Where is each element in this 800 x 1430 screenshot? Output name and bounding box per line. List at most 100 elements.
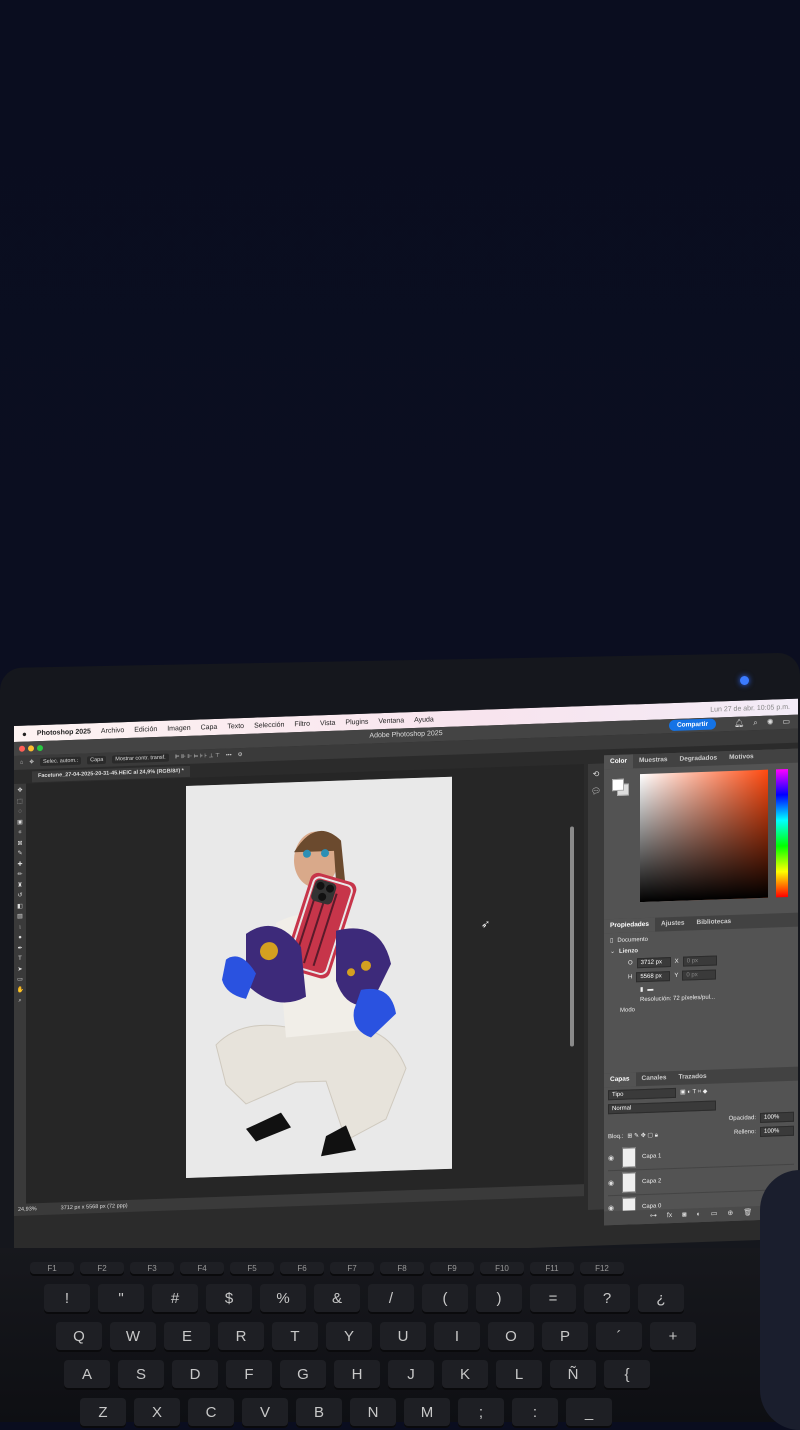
keyboard-key[interactable]: V — [242, 1398, 288, 1428]
gradient-icon[interactable]: ▤ — [17, 914, 24, 921]
blur-icon[interactable]: 💧︎ — [17, 924, 24, 931]
close-window-icon[interactable] — [19, 745, 25, 752]
tab-capas[interactable]: Capas — [604, 1072, 636, 1088]
keyboard-key[interactable]: P — [542, 1322, 588, 1352]
maximize-window-icon[interactable] — [37, 744, 43, 752]
keyboard-key[interactable]: ) — [476, 1284, 522, 1314]
keyboard-key[interactable]: U — [380, 1322, 426, 1352]
keyboard-key[interactable]: + — [650, 1322, 696, 1352]
workspace-icon[interactable]: ▭ — [782, 715, 790, 729]
bell-icon[interactable]: 🔔︎ — [734, 716, 744, 730]
color-picker-field[interactable] — [640, 769, 768, 903]
foreground-color-swatch[interactable] — [612, 778, 624, 792]
comments-panel-icon[interactable]: 💬︎ — [591, 786, 601, 795]
trash-icon[interactable]: 🗑︎ — [743, 1206, 752, 1220]
link-icon[interactable]: ⊶ — [650, 1210, 657, 1224]
fx-icon[interactable]: fx — [667, 1209, 672, 1223]
keyboard-key[interactable]: = — [530, 1284, 576, 1314]
lasso-icon[interactable]: ◌ — [17, 809, 24, 816]
mask-icon[interactable]: ◙ — [682, 1209, 686, 1223]
keyboard-key[interactable]: B — [296, 1398, 342, 1428]
menu-ventana[interactable]: Ventana — [378, 717, 404, 725]
filter-icons[interactable]: ▣ ◐ T ⌗ ◆ — [680, 1088, 707, 1097]
keyboard-key[interactable]: ´ — [596, 1322, 642, 1352]
keyboard-key[interactable]: N — [350, 1398, 396, 1428]
keyboard-key[interactable]: S — [118, 1360, 164, 1390]
eyedropper-icon[interactable]: ✎ — [17, 851, 24, 858]
keyboard-key[interactable]: : — [512, 1398, 558, 1428]
keyboard-key[interactable]: & — [314, 1284, 360, 1314]
settings-icon[interactable]: ⚙ — [238, 752, 243, 758]
keyboard-key[interactable]: F2 — [80, 1262, 124, 1276]
keyboard-key[interactable]: F6 — [280, 1262, 324, 1276]
home-icon[interactable]: ⌂ — [20, 760, 23, 766]
bulb-icon[interactable]: ✺ — [767, 715, 774, 729]
hand-icon[interactable]: ✋ — [17, 987, 24, 994]
tab-ajustes[interactable]: Ajustes — [655, 916, 690, 931]
keyboard-key[interactable]: F9 — [430, 1262, 474, 1276]
keyboard-key[interactable]: F10 — [480, 1262, 524, 1276]
keyboard-key[interactable]: R — [218, 1322, 264, 1352]
chevron-down-icon[interactable]: ⌄ — [610, 948, 615, 955]
menu-archivo[interactable]: Archivo — [101, 727, 124, 735]
tab-canales[interactable]: Canales — [636, 1071, 673, 1086]
keyboard-key[interactable]: F11 — [530, 1262, 574, 1276]
eye-icon[interactable]: ◉ — [608, 1179, 616, 1187]
menu-vista[interactable]: Vista — [320, 719, 335, 727]
x-field[interactable]: 0 px — [682, 955, 717, 967]
photo-canvas[interactable] — [186, 776, 452, 1178]
keyboard-key[interactable]: C — [188, 1398, 234, 1428]
keyboard-key[interactable]: ? — [584, 1284, 630, 1314]
keyboard-key[interactable]: O — [488, 1322, 534, 1352]
zoom-icon[interactable]: ⌕ — [17, 998, 24, 1005]
keyboard-key[interactable]: F7 — [330, 1262, 374, 1276]
keyboard-key[interactable]: " — [98, 1284, 144, 1314]
height-field[interactable]: 5568 px — [636, 971, 671, 983]
menubar-clock[interactable]: Lun 27 de abr. 10:05 p.m. — [710, 703, 790, 713]
keyboard-key[interactable]: # — [152, 1284, 198, 1314]
keyboard-key[interactable]: I — [434, 1322, 480, 1352]
menu-app-name[interactable]: Photoshop 2025 — [37, 728, 91, 737]
keyboard-key[interactable]: % — [260, 1284, 306, 1314]
search-icon[interactable]: ⌕ — [753, 716, 757, 730]
fill-field[interactable]: 100% — [760, 1125, 794, 1137]
document-dimensions[interactable]: 3712 px x 5568 px (72 ppp) — [61, 1200, 128, 1214]
move-tool-icon[interactable]: ✥ — [29, 759, 34, 765]
brush-icon[interactable]: ✏ — [17, 872, 24, 879]
width-field[interactable]: 3712 px — [636, 957, 671, 969]
layer-select[interactable]: Capa — [87, 755, 107, 765]
lock-icons[interactable]: ⊞ ✎ ✥ ▢ 🔒︎ — [627, 1132, 658, 1141]
menu-imagen[interactable]: Imagen — [167, 724, 190, 732]
new-layer-icon[interactable]: ⊕ — [727, 1207, 733, 1221]
hue-slider[interactable] — [776, 768, 788, 898]
layer-filter-select[interactable]: Tipo — [608, 1087, 676, 1101]
keyboard-key[interactable]: F1 — [30, 1262, 74, 1276]
history-panel-icon[interactable]: ⟲ — [593, 770, 600, 779]
object-select-icon[interactable]: ▣ — [17, 819, 24, 826]
keyboard-key[interactable]: A — [64, 1360, 110, 1390]
share-button[interactable]: Compartir — [668, 718, 716, 732]
marquee-icon[interactable]: ⬚ — [17, 798, 24, 805]
stamp-icon[interactable]: ♜ — [17, 882, 24, 889]
adjustment-icon[interactable]: ◐ — [697, 1208, 701, 1222]
menu-texto[interactable]: Texto — [227, 722, 244, 730]
healing-icon[interactable]: ✚ — [17, 861, 24, 868]
tab-trazados[interactable]: Trazados — [672, 1070, 712, 1085]
frame-icon[interactable]: ⊠ — [17, 840, 24, 847]
keyboard-key[interactable]: J — [388, 1360, 434, 1390]
layer-name[interactable]: Capa 1 — [642, 1153, 661, 1160]
menu-edicion[interactable]: Edición — [134, 725, 157, 733]
pen-icon[interactable]: ✒ — [17, 945, 24, 952]
zoom-level[interactable]: 24,93% — [18, 1203, 37, 1216]
keyboard-key[interactable]: T — [272, 1322, 318, 1352]
menu-seleccion[interactable]: Selección — [254, 721, 284, 729]
canvas-vertical-scrollbar[interactable] — [570, 826, 574, 1047]
keyboard-key[interactable]: F3 — [130, 1262, 174, 1276]
keyboard-key[interactable]: / — [368, 1284, 414, 1314]
keyboard-key[interactable]: ( — [422, 1284, 468, 1314]
keyboard-key[interactable]: W — [110, 1322, 156, 1352]
keyboard-key[interactable]: K — [442, 1360, 488, 1390]
keyboard-key[interactable]: $ — [206, 1284, 252, 1314]
tab-color[interactable]: Color — [604, 754, 633, 770]
path-select-icon[interactable]: ➤ — [17, 966, 24, 973]
